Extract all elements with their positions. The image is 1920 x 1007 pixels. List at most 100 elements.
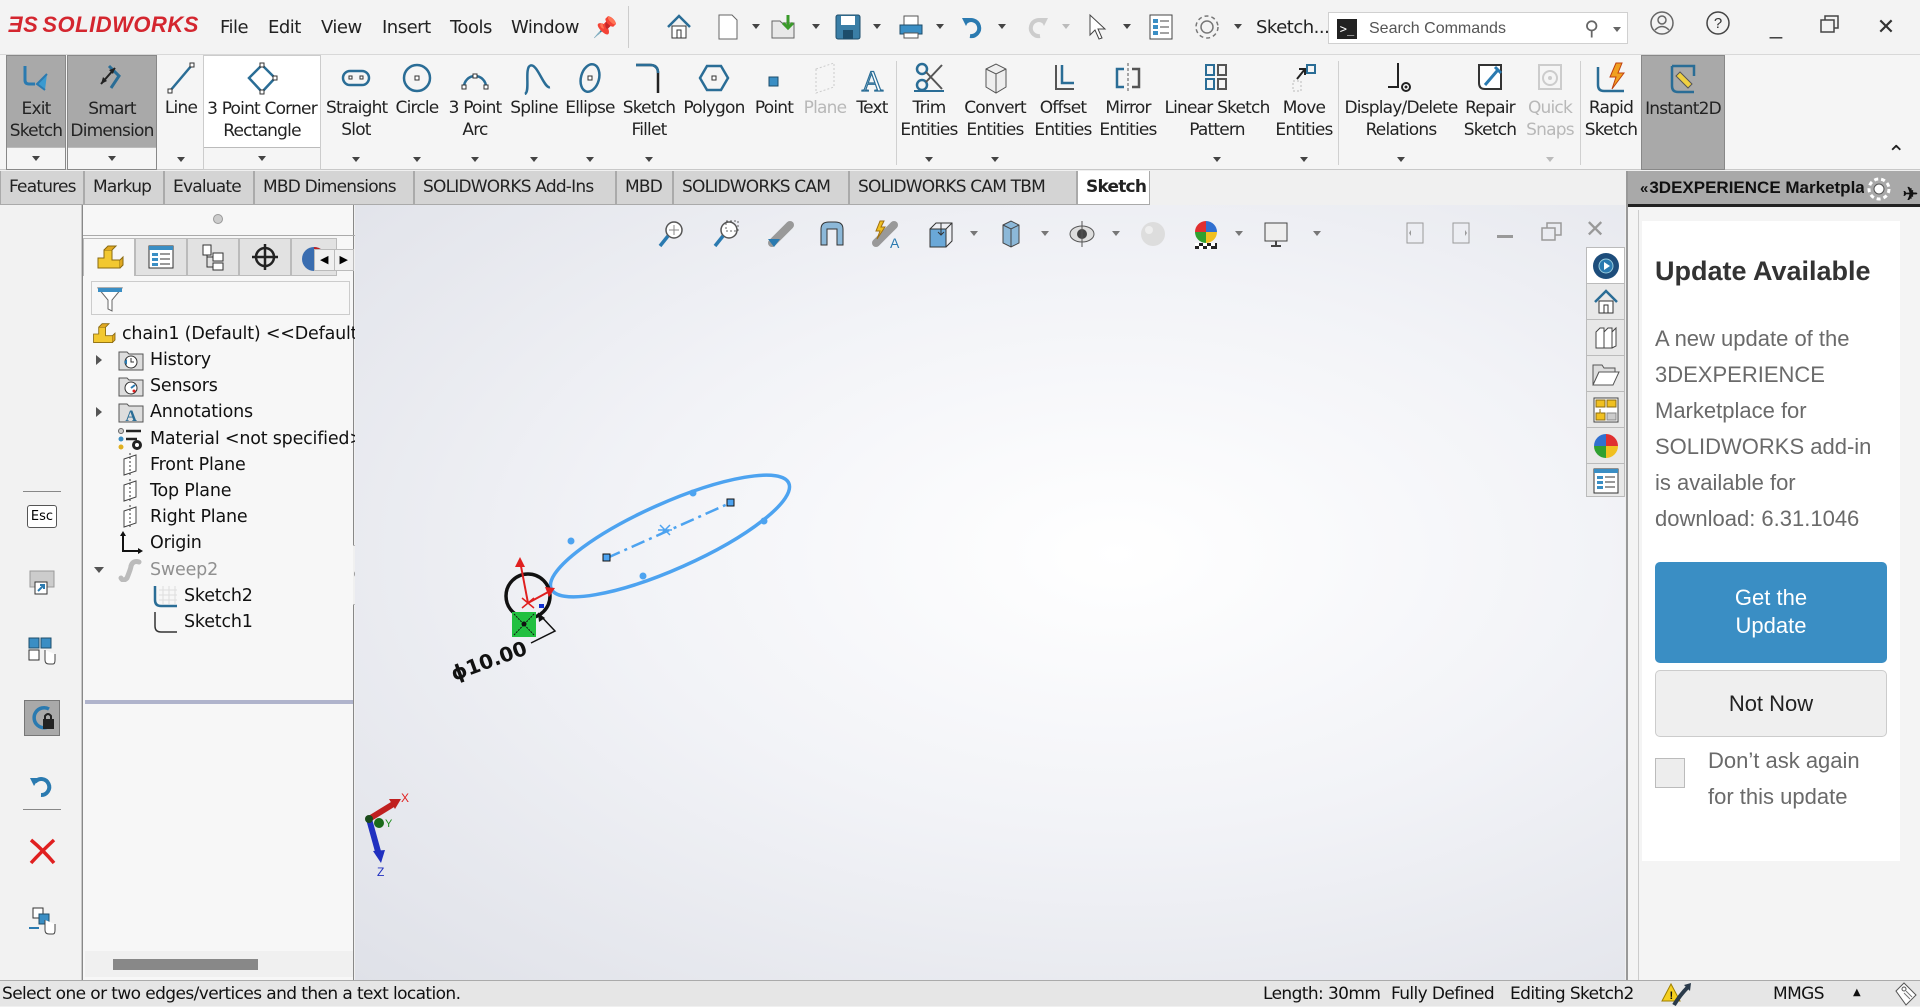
tab-mbd[interactable]: MBD bbox=[616, 171, 673, 205]
tab-solidworks-add-ins[interactable]: SOLIDWORKS Add-Ins bbox=[414, 171, 616, 205]
repair-sketch-button[interactable]: Repair Sketch bbox=[1462, 55, 1518, 170]
solidworks-logo[interactable]: ƎS SOLIDWORKS bbox=[8, 12, 199, 38]
pin-menu-icon[interactable]: 📌 bbox=[590, 12, 620, 42]
file-properties-icon[interactable] bbox=[1146, 12, 1176, 42]
minimize-window-icon[interactable]: _ bbox=[1758, 10, 1794, 44]
dont-ask-again-checkbox[interactable] bbox=[1655, 758, 1685, 788]
horizontal-scrollbar[interactable] bbox=[85, 951, 353, 977]
tab-sketch[interactable]: Sketch bbox=[1077, 171, 1150, 205]
tab-solidworks-cam[interactable]: SOLIDWORKS CAM bbox=[673, 171, 849, 205]
custom-properties-tab[interactable] bbox=[1587, 464, 1624, 498]
task-pane-pin-icon[interactable]: ✈ bbox=[1903, 177, 1918, 204]
undo-icon[interactable] bbox=[24, 768, 60, 804]
search-dropdown-icon[interactable] bbox=[1613, 27, 1621, 32]
sketch-fillet-button[interactable]: Sketch Fillet bbox=[620, 55, 678, 170]
rotate-lock-icon[interactable] bbox=[24, 700, 60, 736]
circle-button[interactable]: Circle bbox=[392, 55, 442, 170]
select-dropdown-icon[interactable] bbox=[1123, 24, 1131, 29]
close-window-icon[interactable]: ✕ bbox=[1868, 10, 1904, 44]
undo-icon[interactable] bbox=[958, 12, 988, 42]
pattern-dropdown-icon[interactable] bbox=[1213, 157, 1221, 162]
point-button[interactable]: Point bbox=[752, 55, 796, 170]
collapse-chevrons-icon[interactable]: « bbox=[1640, 180, 1648, 197]
expand-arrow-icon[interactable] bbox=[96, 407, 102, 417]
get-the-update-button[interactable]: Get the Update bbox=[1655, 562, 1887, 663]
menu-edit[interactable]: Edit bbox=[268, 17, 301, 38]
rectangle-dropdown-icon[interactable] bbox=[258, 156, 266, 161]
not-now-button[interactable]: Not Now bbox=[1655, 670, 1887, 737]
spline-dropdown-icon[interactable] bbox=[530, 157, 538, 162]
tab-solidworks-cam-tbm[interactable]: SOLIDWORKS CAM TBM bbox=[849, 171, 1077, 205]
help-icon[interactable]: ? bbox=[1700, 10, 1736, 44]
tab-features[interactable]: Features bbox=[0, 171, 84, 205]
save-icon[interactable] bbox=[833, 12, 863, 42]
scrollbar-thumb[interactable] bbox=[113, 959, 258, 970]
ellipse-dropdown-icon[interactable] bbox=[586, 157, 594, 162]
rollback-bar[interactable] bbox=[85, 700, 353, 704]
save-dropdown-icon[interactable] bbox=[873, 24, 881, 29]
sketch-canvas[interactable]: ϕ10.00 X Y Z bbox=[355, 205, 1625, 980]
expand-arrow-icon[interactable] bbox=[96, 355, 102, 365]
menu-window[interactable]: Window bbox=[511, 17, 579, 38]
search-icon[interactable]: ⚲ bbox=[1584, 16, 1599, 41]
search-commands-input[interactable]: >_ Search Commands ⚲ bbox=[1328, 12, 1628, 44]
exit-sketch-dropdown-icon[interactable] bbox=[32, 156, 40, 161]
3-point-corner-rectangle-button[interactable]: 3 Point Corner Rectangle bbox=[203, 55, 321, 170]
panel-resize-handle[interactable] bbox=[213, 214, 223, 224]
open-document-icon[interactable] bbox=[770, 12, 800, 42]
exit-sketch-button[interactable]: Exit Sketch bbox=[6, 55, 66, 170]
3-point-arc-button[interactable]: 3 Point Arc bbox=[447, 55, 503, 170]
smart-dimension-button[interactable]: Smart Dimension bbox=[67, 55, 157, 170]
convert-dropdown-icon[interactable] bbox=[991, 157, 999, 162]
open-dropdown-icon[interactable] bbox=[812, 24, 820, 29]
cancel-x-icon[interactable] bbox=[24, 833, 60, 869]
profile-circle[interactable] bbox=[504, 572, 552, 620]
trim-dropdown-icon[interactable] bbox=[925, 157, 933, 162]
design-library-tab[interactable] bbox=[1587, 320, 1624, 356]
design-library-home-tab[interactable] bbox=[1587, 284, 1624, 320]
unit-system[interactable]: MMGS bbox=[1773, 984, 1825, 1004]
spline-button[interactable]: Spline bbox=[507, 55, 561, 170]
dimxpert-manager-tab[interactable] bbox=[239, 238, 291, 276]
home-icon[interactable] bbox=[664, 12, 694, 42]
dont-ask-again-label[interactable]: Don’t ask again for this update bbox=[1708, 743, 1888, 815]
coincident-relation-icon[interactable] bbox=[512, 612, 536, 637]
configuration-manager-tab[interactable] bbox=[187, 238, 239, 276]
display-delete-relations-button[interactable]: Display/Delete Relations bbox=[1342, 55, 1460, 170]
tab-scroll-right-icon[interactable]: ▶ bbox=[335, 250, 354, 270]
arc-dropdown-icon[interactable] bbox=[471, 157, 479, 162]
feature-manager-tab[interactable] bbox=[83, 238, 135, 276]
move-dropdown-icon[interactable] bbox=[1300, 157, 1308, 162]
options-gear-icon[interactable] bbox=[1192, 12, 1222, 42]
text-button[interactable]: A Text bbox=[852, 55, 892, 170]
ellipse-button[interactable]: Ellipse bbox=[563, 55, 617, 170]
user-account-icon[interactable] bbox=[1644, 10, 1680, 44]
collapse-ribbon-icon[interactable]: ⌃ bbox=[1887, 141, 1905, 167]
escape-icon[interactable]: Esc bbox=[24, 498, 60, 534]
circle-dropdown-icon[interactable] bbox=[413, 157, 421, 162]
select-other-icon[interactable] bbox=[24, 903, 60, 939]
shortcut-bar-icon[interactable] bbox=[24, 565, 60, 601]
sketch-ellipse[interactable] bbox=[538, 453, 802, 619]
select-hand-icon[interactable] bbox=[24, 633, 60, 669]
tab-markup[interactable]: Markup bbox=[84, 171, 164, 205]
menu-tools[interactable]: Tools bbox=[450, 17, 492, 38]
straight-slot-button[interactable]: Straight Slot bbox=[326, 55, 388, 170]
mirror-entities-button[interactable]: Mirror Entities bbox=[1097, 55, 1159, 170]
graphics-area[interactable]: A ✕ ϕ10.00 X Y Z bbox=[355, 205, 1625, 980]
undo-dropdown-icon[interactable] bbox=[998, 24, 1006, 29]
instant2d-button[interactable]: Instant2D bbox=[1641, 55, 1725, 170]
diameter-dimension[interactable]: ϕ10.00 bbox=[448, 636, 531, 686]
options-dropdown-icon[interactable] bbox=[1234, 24, 1242, 29]
file-explorer-tab[interactable] bbox=[1587, 356, 1624, 392]
appearances-tab[interactable] bbox=[1587, 428, 1624, 464]
move-entities-button[interactable]: Move Entities bbox=[1274, 55, 1334, 170]
menu-file[interactable]: File bbox=[220, 17, 249, 38]
relations-dropdown-icon[interactable] bbox=[1397, 157, 1405, 162]
property-manager-tab[interactable] bbox=[135, 238, 187, 276]
select-cursor-icon[interactable] bbox=[1083, 12, 1113, 42]
tree-filter-field[interactable] bbox=[91, 281, 350, 315]
slot-dropdown-icon[interactable] bbox=[352, 157, 360, 162]
restore-window-icon[interactable] bbox=[1812, 10, 1848, 44]
print-icon[interactable] bbox=[896, 12, 926, 42]
